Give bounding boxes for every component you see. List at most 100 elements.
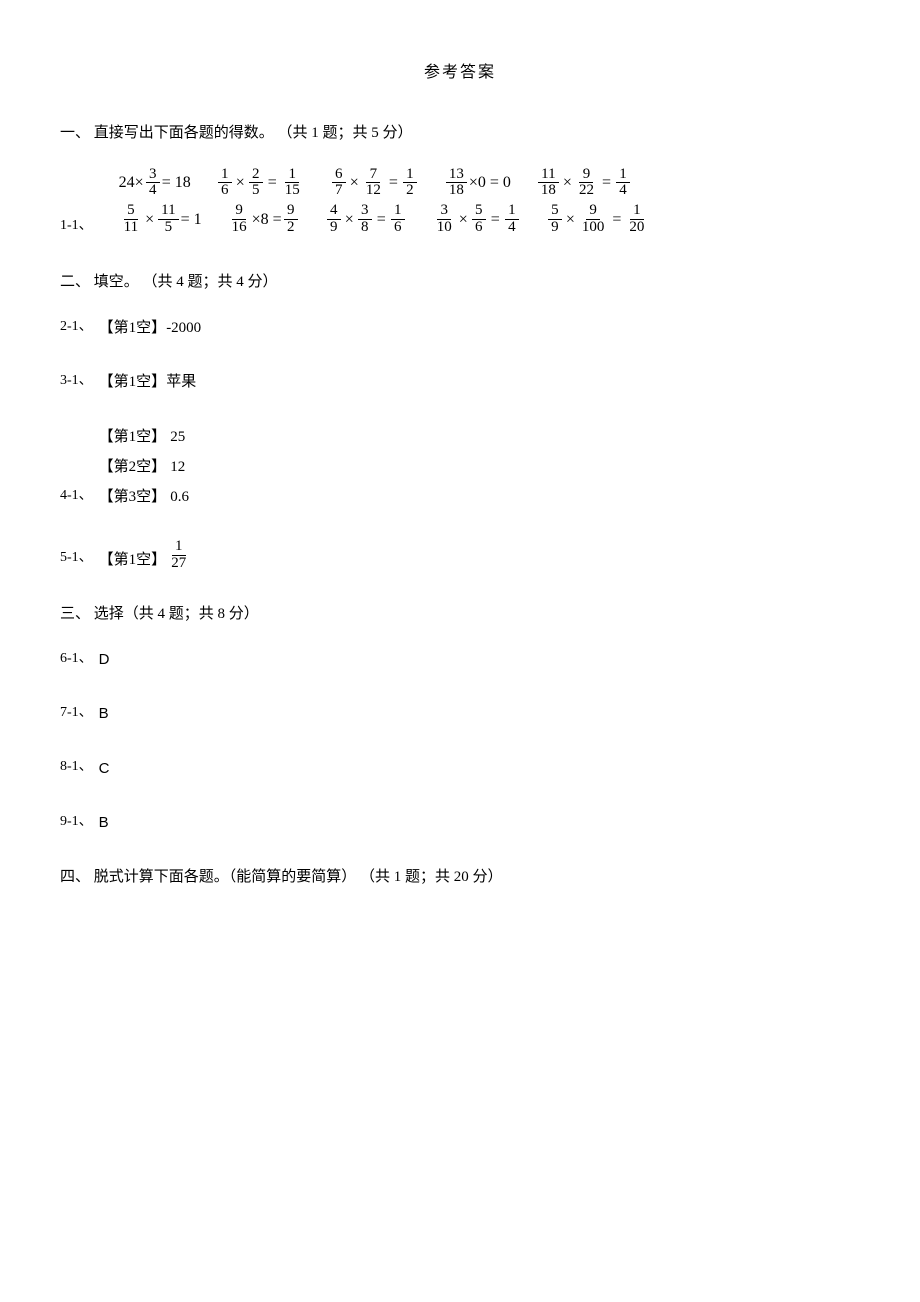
- operator: ×: [459, 207, 468, 233]
- q7-label: 7-1、: [60, 702, 93, 726]
- frac-den: 22: [576, 183, 597, 199]
- q5-label: 5-1、: [60, 547, 93, 571]
- q3-label: 3-1、: [60, 370, 93, 394]
- frac-den: 27: [168, 556, 189, 572]
- q4-ans-2: 12: [170, 459, 185, 475]
- blank-label: 【第1空】: [99, 316, 167, 340]
- q1-row2: 511 × 115 = 1 916 ×8 = 92 49 × 38 = 16 3…: [119, 203, 650, 236]
- int-part: 24×: [119, 170, 144, 196]
- question-5: 5-1、 【第1空】 1 27: [60, 539, 860, 572]
- frac-den: 11: [121, 220, 141, 236]
- frac-den: 9: [327, 220, 341, 236]
- frac-num: 1: [630, 203, 644, 220]
- frac-den: 5: [161, 220, 175, 236]
- q7-answer: B: [99, 702, 109, 726]
- question-4: 4-1、 【第1空】 25 【第2空】 12 【第3空】 0.6: [60, 424, 860, 509]
- frac-num: 1: [172, 539, 186, 556]
- equals: =: [268, 170, 277, 196]
- q1-r2-e1: 511 × 115 = 1: [119, 203, 202, 236]
- frac-num: 5: [472, 203, 486, 220]
- q1-r1-e5: 1118 × 922 = 14: [536, 167, 632, 200]
- q1-row1: 24× 34 = 18 16 × 25 = 115 67 × 712 = 12 …: [119, 167, 650, 200]
- q1-r1-e1: 24× 34 = 18: [119, 167, 191, 200]
- q1-r1-e2: 16 × 25 = 115: [216, 167, 305, 200]
- q4-ans-1: 25: [170, 429, 185, 445]
- frac-num: 5: [548, 203, 562, 220]
- frac-den: 10: [434, 220, 455, 236]
- q2-label: 2-1、: [60, 316, 93, 340]
- frac-num: 13: [446, 167, 467, 184]
- q1-r2-e3: 49 × 38 = 16: [325, 203, 407, 236]
- frac-den: 9: [548, 220, 562, 236]
- result: ×0 = 0: [469, 170, 511, 196]
- frac-den: 18: [538, 183, 559, 199]
- question-2: 2-1、 【第1空】 -2000: [60, 316, 860, 340]
- question-1: 1-1、 24× 34 = 18 16 × 25 = 115 67 × 712 …: [60, 167, 860, 240]
- frac-den: 15: [282, 183, 303, 199]
- q4-answers: 【第1空】 25 【第2空】 12 【第3空】 0.6: [99, 424, 189, 509]
- frac-num: 1: [218, 167, 232, 184]
- section-3-heading: 三、 选择（共 4 题；共 8 分）: [60, 602, 860, 626]
- frac-num: 9: [586, 203, 600, 220]
- question-7: 7-1、 B: [60, 702, 860, 726]
- operator: ×: [145, 207, 154, 233]
- section-2-heading: 二、 填空。 （共 4 题；共 4 分）: [60, 270, 860, 294]
- frac-den: 20: [626, 220, 647, 236]
- equals: =: [612, 207, 621, 233]
- q1-r1-e3: 67 × 712 = 12: [330, 167, 419, 200]
- operator: ×: [566, 207, 575, 233]
- blank-label: 【第1空】: [99, 429, 167, 445]
- frac-num: 2: [249, 167, 263, 184]
- frac-num: 7: [366, 167, 380, 184]
- q2-answer: -2000: [166, 316, 201, 340]
- q1-label: 1-1、: [60, 215, 93, 239]
- frac-den: 6: [472, 220, 486, 236]
- frac-num: 9: [284, 203, 298, 220]
- q4-ans-3: 0.6: [170, 489, 189, 505]
- blank-label: 【第2空】: [99, 459, 167, 475]
- equals: =: [491, 207, 500, 233]
- equals: =: [389, 170, 398, 196]
- frac-den: 6: [218, 183, 232, 199]
- frac-num: 3: [358, 203, 372, 220]
- q3-answer: 苹果: [166, 370, 196, 394]
- frac-num: 1: [616, 167, 630, 184]
- frac-den: 2: [403, 183, 417, 199]
- blank-label: 【第1空】: [99, 370, 167, 394]
- operator: ×: [345, 207, 354, 233]
- frac-den: 16: [229, 220, 250, 236]
- equals: =: [377, 207, 386, 233]
- q9-answer: B: [99, 811, 109, 835]
- frac-num: 1: [403, 167, 417, 184]
- operator: ×: [350, 170, 359, 196]
- frac-num: 9: [232, 203, 246, 220]
- q1-r2-e4: 310 × 56 = 14: [432, 203, 521, 236]
- section-1-heading: 一、 直接写出下面各题的得数。 （共 1 题；共 5 分）: [60, 121, 860, 145]
- question-8: 8-1、 C: [60, 756, 860, 780]
- frac-den: 18: [446, 183, 467, 199]
- frac-den: 12: [363, 183, 384, 199]
- q4-label: 4-1、: [60, 485, 93, 509]
- frac-num: 3: [146, 167, 160, 184]
- blank-label: 【第1空】: [99, 548, 167, 572]
- q5-answer: 1 27: [168, 539, 189, 572]
- operator: ×: [236, 170, 245, 196]
- frac-den: 4: [505, 220, 519, 236]
- result: = 18: [162, 170, 191, 196]
- frac-den: 8: [358, 220, 372, 236]
- equals: =: [602, 170, 611, 196]
- q6-answer: D: [99, 648, 110, 672]
- frac-num: 5: [124, 203, 138, 220]
- frac-den: 5: [249, 183, 263, 199]
- frac-den: 7: [332, 183, 346, 199]
- frac-den: 6: [391, 220, 405, 236]
- frac-den: 2: [284, 220, 298, 236]
- page-title: 参考答案: [60, 60, 860, 86]
- frac-num: 6: [332, 167, 346, 184]
- frac-num: 1: [285, 167, 299, 184]
- q1-math: 24× 34 = 18 16 × 25 = 115 67 × 712 = 12 …: [119, 167, 650, 240]
- mid: ×8 =: [252, 207, 282, 233]
- section-4-heading: 四、 脱式计算下面各题。（能简算的要简算） （共 1 题；共 20 分）: [60, 865, 860, 889]
- frac-num: 11: [158, 203, 178, 220]
- frac-num: 4: [327, 203, 341, 220]
